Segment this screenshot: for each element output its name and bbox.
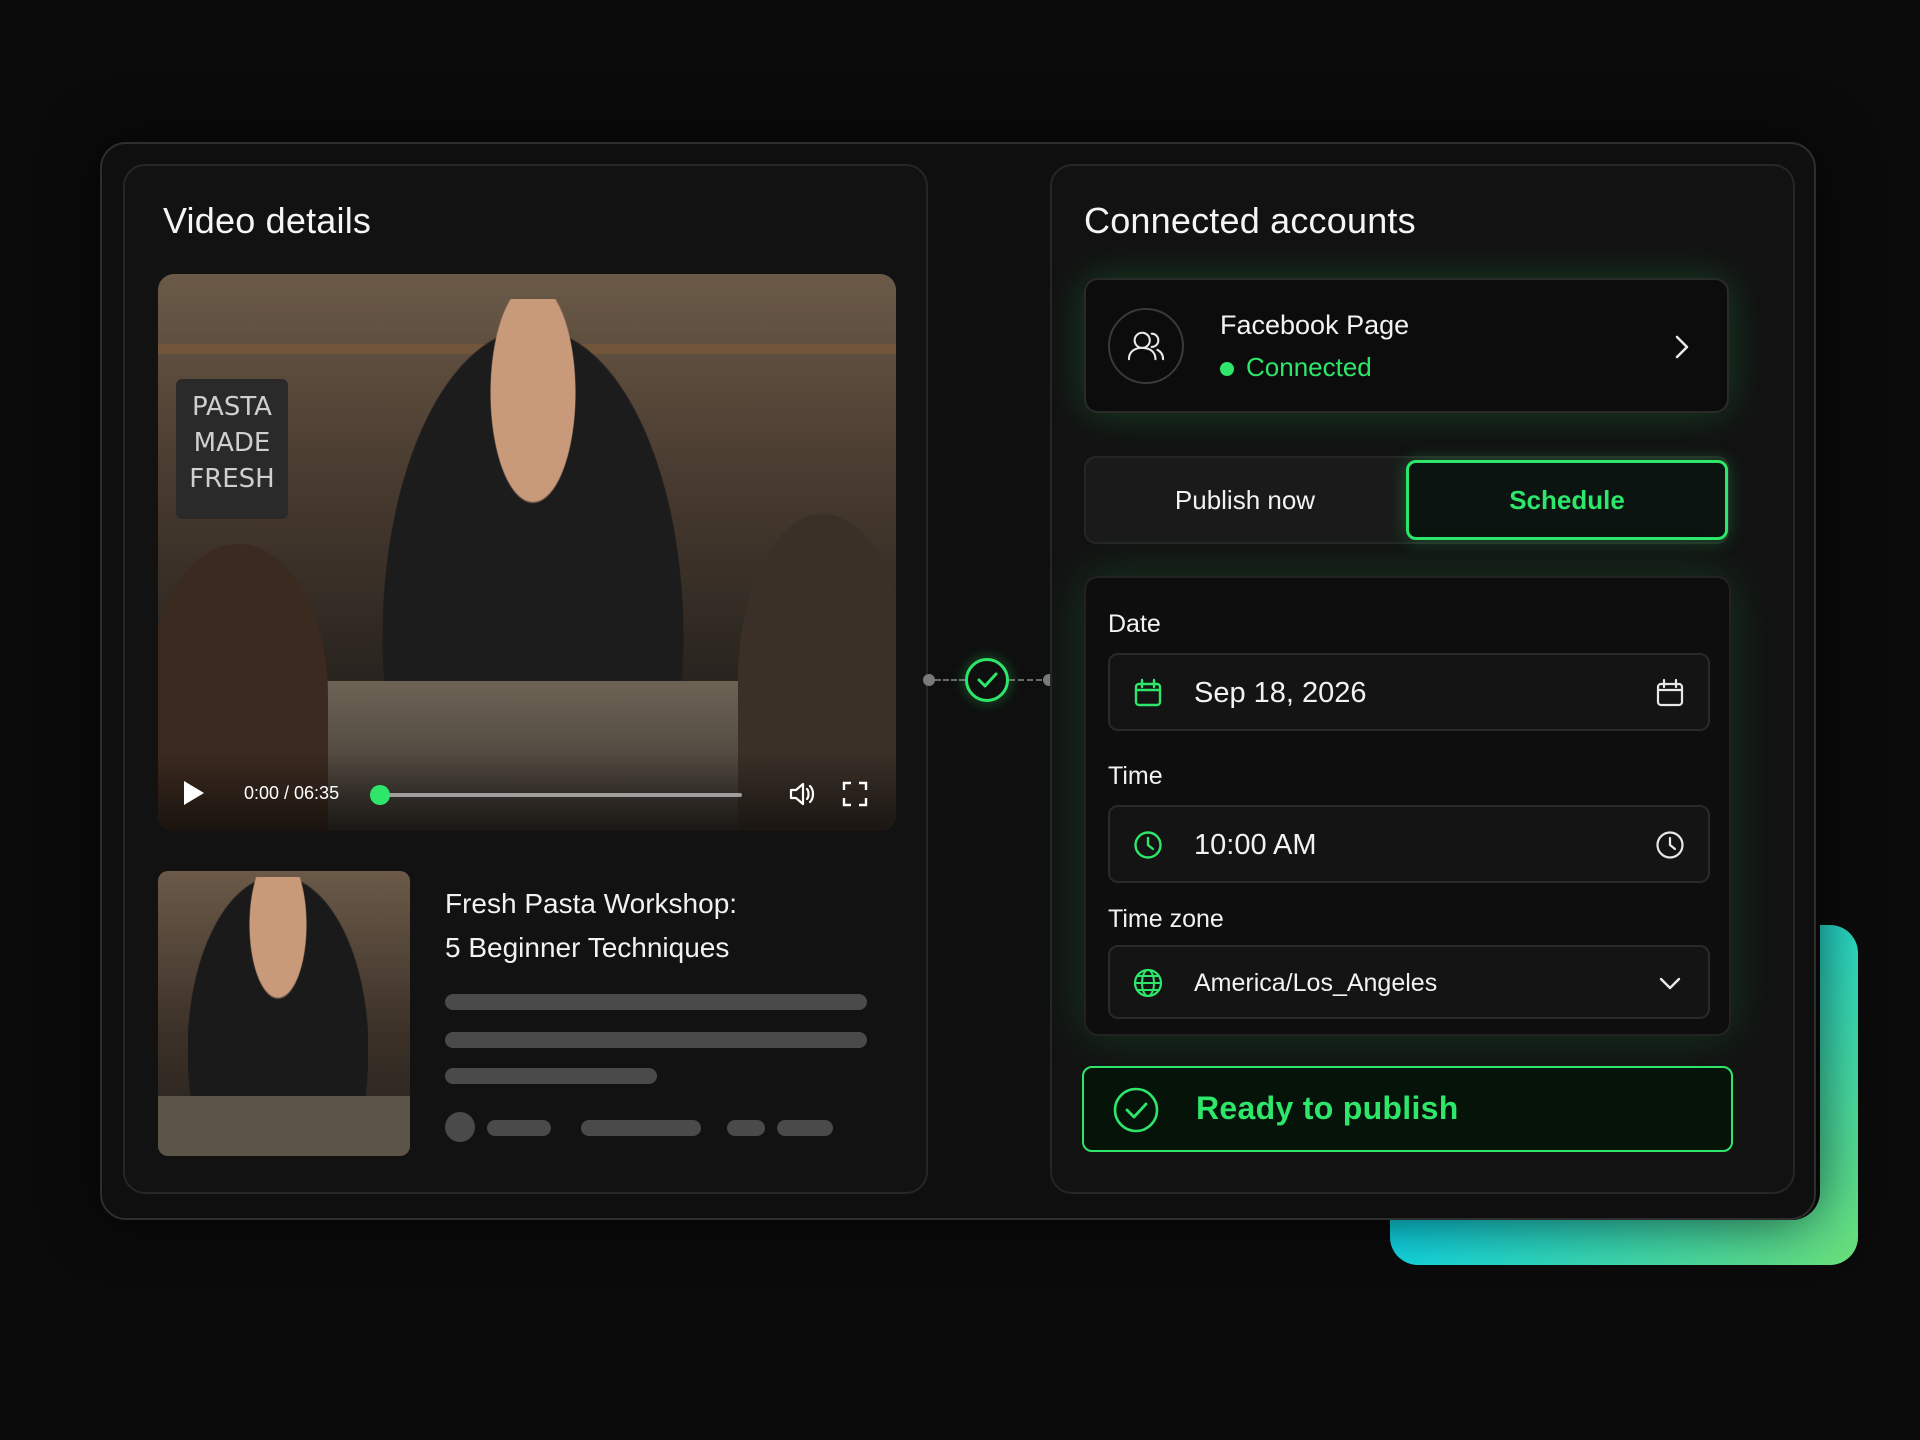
chevron-right-icon[interactable] [1670, 332, 1694, 362]
connector-dot [923, 674, 935, 686]
account-name: Facebook Page [1220, 310, 1410, 340]
video-title: Fresh Pasta Workshop: 5 Beginner Techniq… [445, 882, 865, 970]
video-title-line: Fresh Pasta Workshop: [445, 888, 738, 919]
connected-accounts-panel: Connected accounts Facebook Page Connect… [1050, 164, 1795, 1194]
connector-line [935, 679, 965, 681]
account-card-facebook[interactable]: Facebook Page Connected [1084, 278, 1729, 413]
video-thumbnail[interactable] [158, 871, 410, 1156]
meta-placeholder [487, 1120, 551, 1136]
video-frame-sign: PASTA MADE FRESH [176, 379, 288, 519]
date-field[interactable]: Sep 18, 2026 [1108, 653, 1710, 731]
description-placeholder-line [445, 1032, 867, 1048]
date-label: Date [1108, 610, 1161, 638]
video-progress-track[interactable] [380, 793, 742, 797]
video-controls: 0:00 / 06:35 [158, 751, 896, 831]
timezone-label: Time zone [1108, 905, 1224, 933]
schedule-button[interactable]: Schedule [1406, 460, 1728, 540]
time-label: Time [1108, 762, 1163, 790]
sign-line: PASTA [192, 392, 272, 422]
video-time: 0:00 / 06:35 [244, 783, 340, 803]
account-status: Connected [1246, 352, 1372, 382]
chevron-down-icon[interactable] [1654, 967, 1686, 999]
sign-line: MADE [193, 428, 271, 458]
connector-check-icon [965, 658, 1009, 702]
globe-icon [1133, 968, 1163, 998]
meta-placeholder [777, 1120, 833, 1136]
video-player[interactable]: PASTA MADE FRESH 0:00 / 06:35 [158, 274, 896, 831]
date-value: Sep 18, 2026 [1194, 677, 1367, 709]
time-picker-icon[interactable] [1654, 829, 1686, 861]
ready-to-publish-label: Ready to publish [1196, 1090, 1459, 1126]
calendar-icon [1134, 678, 1162, 707]
sign-line: FRESH [189, 464, 275, 494]
timezone-value: America/Los_Angeles [1194, 969, 1438, 997]
video-title-line: 5 Beginner Techniques [445, 932, 730, 963]
video-progress-knob[interactable] [370, 785, 390, 805]
panel-title-connected-accounts: Connected accounts [1084, 200, 1416, 241]
time-value: 10:00 AM [1194, 829, 1317, 861]
video-details-panel: Video details PASTA MADE FRESH 0:00 / 06… [123, 164, 928, 1194]
publish-mode-toggle: Publish now Schedule [1084, 456, 1729, 544]
fullscreen-icon[interactable] [842, 781, 868, 807]
users-icon [1108, 308, 1184, 384]
time-field[interactable]: 10:00 AM [1108, 805, 1710, 883]
play-icon[interactable] [184, 781, 204, 805]
meta-placeholder-avatar [445, 1112, 475, 1142]
schedule-form: Date Sep 18, 2026 Time 10:00 AM Time zon… [1084, 576, 1731, 1036]
description-placeholder-line [445, 1068, 657, 1084]
timezone-select[interactable]: America/Los_Angeles [1108, 945, 1710, 1019]
clock-icon [1134, 831, 1162, 859]
thumbnail-table [158, 1096, 410, 1156]
ready-to-publish-banner[interactable]: Ready to publish [1082, 1066, 1733, 1152]
check-circle-icon [1113, 1087, 1159, 1133]
description-placeholder-line [445, 994, 867, 1010]
calendar-picker-icon[interactable] [1654, 677, 1686, 709]
publish-now-button[interactable]: Publish now [1086, 458, 1404, 542]
panel-title-video-details: Video details [163, 200, 372, 241]
status-dot [1220, 362, 1234, 376]
volume-icon[interactable] [788, 781, 816, 807]
meta-placeholder [581, 1120, 701, 1136]
meta-placeholder [727, 1120, 765, 1136]
